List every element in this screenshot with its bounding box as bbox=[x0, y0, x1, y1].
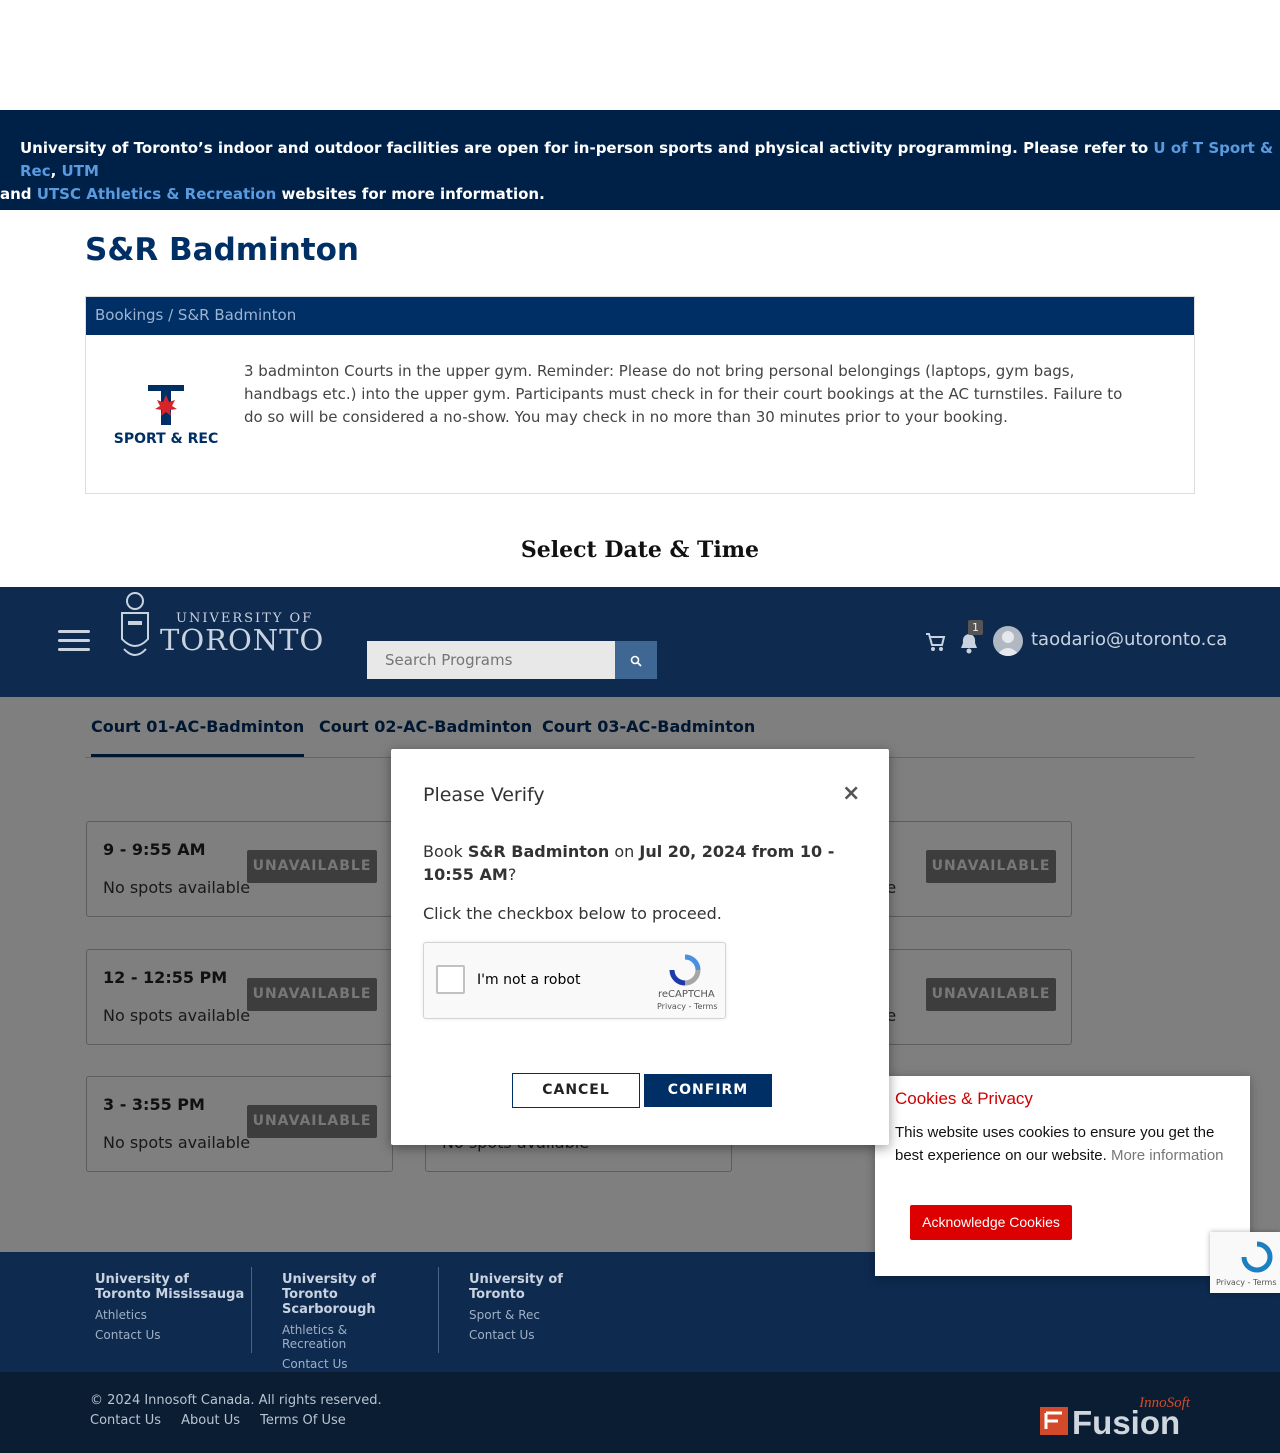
copyright: © 2024 Innosoft Canada. All rights reser… bbox=[90, 1393, 382, 1408]
q-on: on bbox=[609, 842, 640, 861]
q-program: S&R Badminton bbox=[467, 842, 610, 861]
select-date-time-title: Select Date & Time bbox=[520, 537, 760, 563]
user-icon bbox=[996, 631, 1020, 656]
sport-rec-logo: SPORT & REC bbox=[114, 385, 218, 447]
recaptcha-label: I'm not a robot bbox=[477, 972, 581, 988]
cookie-title: Cookies & Privacy bbox=[895, 1089, 1033, 1108]
program-description: 3 badminton Courts in the upper gym. Rem… bbox=[244, 362, 1123, 426]
recaptcha-icon bbox=[1241, 1241, 1273, 1273]
footer-col-title: University of Toronto Mississauga bbox=[95, 1272, 245, 1302]
footer-link[interactable]: Contact Us bbox=[282, 1357, 412, 1371]
uoft-crest-icon bbox=[121, 592, 149, 656]
cancel-button[interactable]: CANCEL bbox=[512, 1073, 640, 1108]
search-input[interactable] bbox=[367, 641, 615, 679]
footer-col-utsc: University of Toronto Scarborough Athlet… bbox=[282, 1272, 412, 1371]
footer-col-title: University of Toronto Scarborough bbox=[282, 1272, 376, 1317]
close-icon[interactable]: × bbox=[842, 781, 860, 806]
program-card: Bookings / S&R Badminton SPORT & REC 3 b… bbox=[85, 296, 1195, 494]
announcement-text: University of Toronto’s indoor and outdo… bbox=[20, 139, 1154, 157]
announcement-text-2: and bbox=[0, 185, 37, 203]
booking-question: Book S&R Badminton on Jul 20, 2024 from … bbox=[423, 840, 853, 886]
cookie-text: This website uses cookies to ensure you … bbox=[895, 1121, 1235, 1167]
recaptcha-badge[interactable]: Privacy - Terms bbox=[1210, 1232, 1280, 1293]
footer-col-utm: University of Toronto Mississauga Athlet… bbox=[95, 1272, 245, 1342]
footer-link[interactable]: Athletics & Recreation bbox=[282, 1323, 412, 1351]
search-button[interactable] bbox=[615, 641, 657, 679]
brand-big: Fusion bbox=[1072, 1404, 1180, 1436]
page-title: S&R Badminton bbox=[85, 232, 359, 268]
recaptcha-badge-terms[interactable]: Privacy - Terms bbox=[1216, 1278, 1277, 1287]
page: University of Toronto’s indoor and outdo… bbox=[0, 0, 1280, 1453]
acknowledge-cookies-button[interactable]: Acknowledge Cookies bbox=[910, 1205, 1072, 1240]
recaptcha-widget: I'm not a robot reCAPTCHA Privacy - Term… bbox=[423, 942, 726, 1019]
footer-link[interactable]: Sport & Rec bbox=[469, 1308, 579, 1322]
footer-divider bbox=[438, 1267, 439, 1353]
link-utsc[interactable]: UTSC Athletics & Recreation bbox=[37, 185, 276, 203]
bottom-link-about[interactable]: About Us bbox=[181, 1413, 240, 1428]
verify-modal: Please Verify × Book S&R Badminton on Ju… bbox=[391, 749, 889, 1145]
avatar[interactable] bbox=[993, 626, 1023, 656]
recaptcha-checkbox[interactable] bbox=[436, 965, 465, 994]
link-utm[interactable]: UTM bbox=[62, 162, 99, 180]
logo-text: SPORT & REC bbox=[114, 431, 218, 447]
footer-col-title: University of Toronto bbox=[469, 1272, 563, 1302]
footer-divider bbox=[251, 1267, 252, 1353]
logo-toronto[interactable]: TORONTO bbox=[160, 623, 324, 657]
recaptcha-logo-icon bbox=[669, 954, 701, 986]
search-icon bbox=[630, 655, 642, 667]
announcement-sep: , bbox=[50, 162, 62, 180]
footer-link[interactable]: Athletics bbox=[95, 1308, 245, 1322]
announcement-text-3: websites for more information. bbox=[276, 185, 545, 203]
bottom-links: Contact Us About Us Terms Of Use bbox=[90, 1413, 362, 1428]
bottom-link-contact[interactable]: Contact Us bbox=[90, 1413, 161, 1428]
footer-link[interactable]: Contact Us bbox=[95, 1328, 245, 1342]
bottom-link-terms[interactable]: Terms Of Use bbox=[260, 1413, 346, 1428]
user-email[interactable]: taodario@utoronto.ca bbox=[1031, 629, 1227, 650]
footer-col-uoft: University of Toronto Sport & Rec Contac… bbox=[469, 1272, 579, 1342]
recaptcha-terms[interactable]: Privacy - Terms bbox=[657, 1002, 718, 1011]
cookie-popup: Cookies & Privacy This website uses cook… bbox=[875, 1076, 1250, 1276]
recaptcha-brand: reCAPTCHA bbox=[658, 989, 715, 1000]
announcement-banner: University of Toronto’s indoor and outdo… bbox=[0, 110, 1280, 210]
site-header: UNIVERSITY OF TORONTO 1 taodario@utoront… bbox=[0, 587, 1280, 697]
q-prefix: Book bbox=[423, 842, 468, 861]
q-suffix: ? bbox=[507, 865, 517, 884]
fusion-logo: InnoSoft Fusion bbox=[1040, 1395, 1191, 1436]
modal-hint: Click the checkbox below to proceed. bbox=[423, 904, 722, 923]
cart-icon[interactable] bbox=[924, 631, 946, 653]
menu-icon[interactable] bbox=[58, 630, 90, 654]
footer-link[interactable]: Contact Us bbox=[469, 1328, 579, 1342]
breadcrumb[interactable]: Bookings / S&R Badminton bbox=[86, 297, 1194, 335]
bottom-bar: © 2024 Innosoft Canada. All rights reser… bbox=[0, 1372, 1280, 1453]
cookie-more-link[interactable]: More information bbox=[1111, 1147, 1224, 1164]
confirm-button[interactable]: CONFIRM bbox=[644, 1074, 772, 1107]
notification-badge: 1 bbox=[968, 620, 983, 635]
modal-title: Please Verify bbox=[423, 784, 545, 806]
